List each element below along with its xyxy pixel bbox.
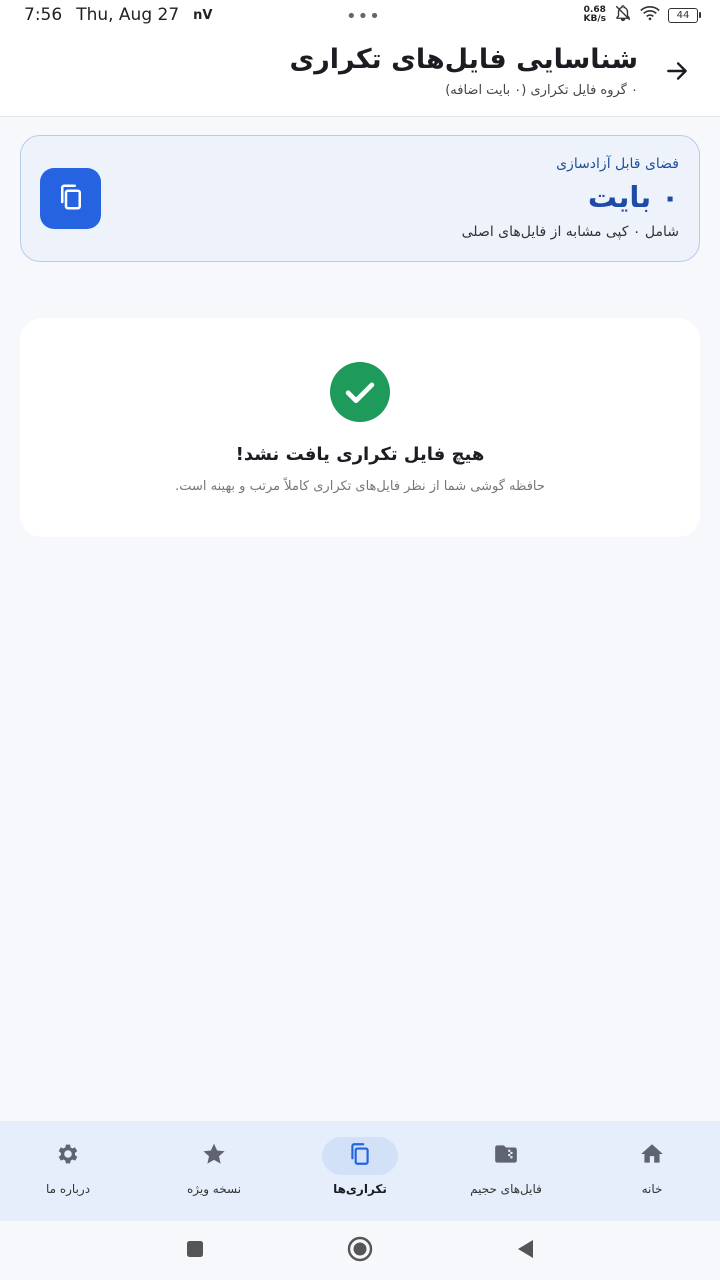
status-bar: 7:56 Thu, Aug 27 nV ••• 0.68 KB/s 44 (0, 0, 720, 30)
nav-icon-container (614, 1137, 690, 1175)
nav-item-premium[interactable]: نسخه ویژه (142, 1121, 286, 1221)
reclaimable-space-card: فضای قابل آزادسازی ۰ بایت شامل ۰ کپی مشا… (20, 135, 700, 262)
nav-label-premium: نسخه ویژه (186, 1182, 242, 1196)
empty-state-card: هیچ فایل تکراری یافت نشد! حافظه گوشی شما… (20, 318, 700, 537)
status-left: 7:56 Thu, Aug 27 nV (24, 5, 213, 25)
net-speed-unit: KB/s (583, 14, 606, 24)
system-home-button[interactable] (347, 1236, 373, 1266)
recents-button[interactable] (182, 1238, 208, 1264)
back-button[interactable] (660, 56, 694, 90)
page-subtitle: ۰ گروه فایل تکراری (۰ بایت اضافه) (445, 83, 638, 98)
copy-icon (56, 182, 86, 216)
arrow-back-icon (664, 58, 690, 88)
status-date: Thu, Aug 27 (76, 5, 180, 25)
net-speed: 0.68 KB/s (584, 6, 606, 24)
bottom-navigation: خانه فایل‌های حجیم تکراری‌ها نسخه ویژه (0, 1121, 720, 1221)
nav-label-duplicates: تکراری‌ها (333, 1182, 387, 1196)
check-circle-icon (330, 362, 390, 422)
empty-state-title: هیچ فایل تکراری یافت نشد! (235, 444, 485, 465)
nav-icon-container (176, 1137, 252, 1175)
nav-icon-container (322, 1137, 398, 1175)
nav-item-duplicates[interactable]: تکراری‌ها (288, 1121, 432, 1221)
home-icon (639, 1141, 665, 1171)
folder-zip-icon (493, 1141, 519, 1171)
copy-icon (347, 1141, 373, 1171)
nav-icon-container (30, 1137, 106, 1175)
nav-label-about: درباره ما (45, 1182, 91, 1196)
app-bar: شناسایی فایل‌های تکراری ۰ گروه فایل تکرا… (0, 30, 720, 117)
status-dots: ••• (346, 6, 381, 27)
carrier-badge: nV (193, 7, 213, 23)
gear-icon (55, 1141, 81, 1171)
nav-label-home: خانه (641, 1182, 663, 1196)
nav-item-large-files[interactable]: فایل‌های حجیم (434, 1121, 578, 1221)
reclaimable-space-note: شامل ۰ کپی مشابه از فایل‌های اصلی (461, 224, 679, 240)
star-icon (201, 1141, 227, 1171)
nav-label-large-files: فایل‌های حجیم (470, 1182, 542, 1196)
home-circle-icon (347, 1236, 373, 1266)
system-navigation-bar (0, 1221, 720, 1280)
bell-off-icon (614, 4, 632, 26)
reclaimable-space-value: ۰ بایت (587, 180, 679, 214)
nav-icon-container (468, 1137, 544, 1175)
system-back-button[interactable] (512, 1238, 538, 1264)
recents-icon (185, 1239, 205, 1263)
page-title: شناسایی فایل‌های تکراری (289, 44, 639, 75)
status-right: 0.68 KB/s 44 (584, 4, 701, 26)
battery-icon: 44 (668, 7, 701, 23)
back-triangle-icon (515, 1238, 535, 1264)
reclaimable-space-label: فضای قابل آزادسازی (556, 156, 679, 172)
status-time: 7:56 (24, 5, 63, 25)
wifi-icon (640, 5, 660, 25)
copy-icon-tile (40, 168, 101, 229)
nav-item-about[interactable]: درباره ما (0, 1121, 140, 1221)
empty-state-description: حافظه گوشی شما از نظر فایل‌های تکراری کا… (175, 479, 545, 494)
nav-item-home[interactable]: خانه (580, 1121, 720, 1221)
